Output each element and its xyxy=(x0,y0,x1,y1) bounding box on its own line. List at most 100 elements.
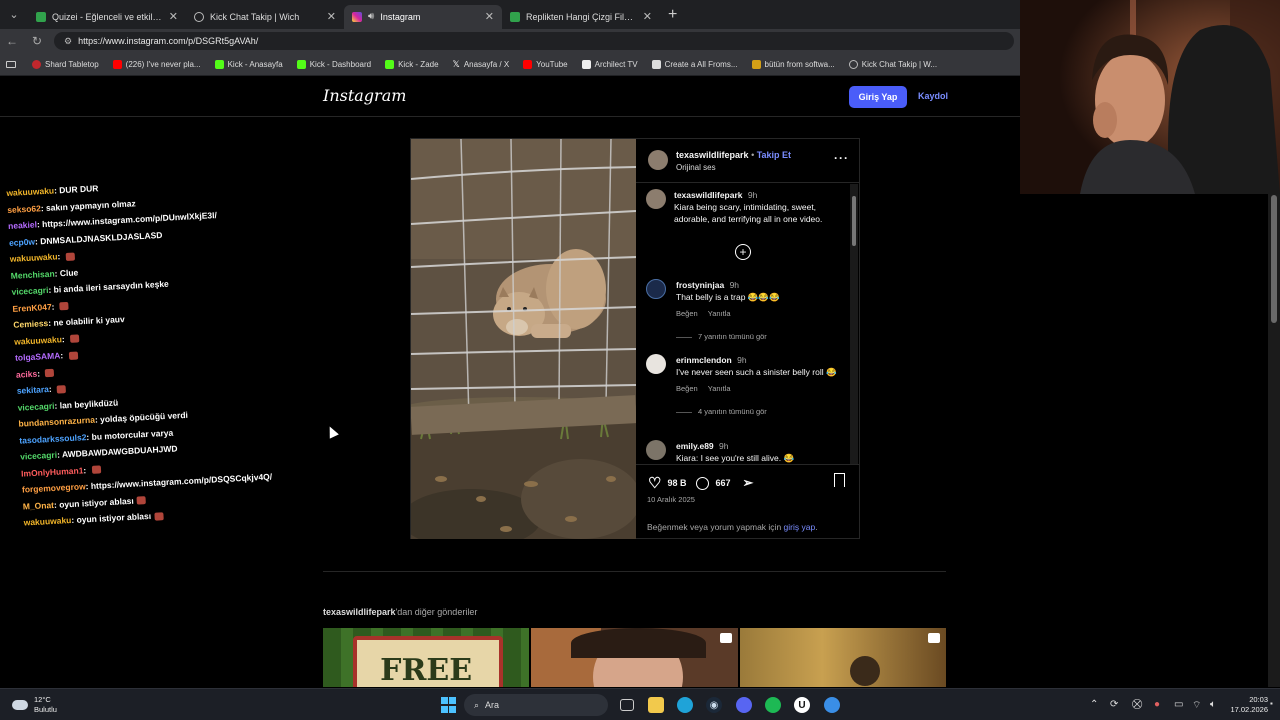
bookmark-youtube[interactable]: YouTube xyxy=(523,59,568,69)
reel-icon xyxy=(927,633,940,643)
post-thumbnail[interactable] xyxy=(531,628,738,687)
site-info-icon[interactable]: ⚙ xyxy=(64,36,72,47)
tab-title: Kick Chat Takip | Wich xyxy=(210,11,300,22)
chat-emote-icon xyxy=(65,252,75,261)
view-replies-button[interactable]: 7 yanıtın tümünü gör xyxy=(676,331,846,343)
task-view-icon[interactable] xyxy=(620,699,634,711)
bookmark-butun-from[interactable]: bütün from softwa... xyxy=(751,59,835,69)
chat-username: Cemiess xyxy=(13,317,49,330)
comment-item: emily.e89 9h Kiara: I see you're still a… xyxy=(646,440,846,464)
login-button[interactable]: Giriş Yap xyxy=(849,86,907,108)
bookmark-kick-dashboard[interactable]: Kick - Dashboard xyxy=(296,59,371,69)
new-tab-button[interactable]: + xyxy=(668,6,677,24)
thumbnail-text: FREE xyxy=(380,653,473,687)
taskbar-search[interactable]: ⌕ Ara xyxy=(464,694,608,716)
post-video[interactable] xyxy=(411,139,636,539)
bookmark-shard-tabletop[interactable]: Shard Tabletop xyxy=(32,59,99,69)
comment-username[interactable]: frostyninjaa xyxy=(676,280,724,290)
edge-browser-icon[interactable] xyxy=(677,697,693,713)
speaker-icon[interactable]: 🔊︎ xyxy=(368,11,374,22)
view-replies-button[interactable]: 4 yanıtın tümünü gör xyxy=(676,406,846,418)
globe-icon xyxy=(194,11,204,22)
author-avatar[interactable] xyxy=(648,150,668,170)
bookmark-kick-chat-takip[interactable]: Kick Chat Takip | W... xyxy=(848,59,937,69)
commenter-avatar[interactable] xyxy=(646,440,666,460)
wifi-icon[interactable]: ⌔ xyxy=(1192,699,1201,712)
clock[interactable]: 20:03 17.02.2026 xyxy=(1228,695,1268,715)
signup-link[interactable]: Kaydol xyxy=(918,91,948,101)
kick-icon xyxy=(296,59,306,69)
tray-chevron-icon[interactable]: ⌃ xyxy=(1090,699,1098,710)
comments-scrollbar[interactable] xyxy=(850,184,858,464)
volume-icon[interactable]: 🔈︎ xyxy=(1210,699,1216,710)
comment-text: That belly is a trap 😂😂😂 xyxy=(676,292,780,302)
notification-icon[interactable]: ▪ xyxy=(1270,699,1273,708)
bookmark-label: Kick - Zade xyxy=(398,59,439,69)
page-scrollbar-thumb[interactable] xyxy=(1271,195,1277,323)
microphone-icon[interactable]: ● xyxy=(1154,699,1160,710)
author-username[interactable]: texaswildlifepark xyxy=(676,150,749,160)
bookmark-x[interactable]: 𝕏 Anasayfa / X xyxy=(453,59,510,70)
close-tab-icon[interactable]: ✕ xyxy=(169,10,178,23)
share-icon[interactable]: ➢ xyxy=(743,475,754,491)
caption-username[interactable]: texaswildlifepark xyxy=(674,190,743,200)
file-explorer-icon[interactable] xyxy=(648,697,664,713)
comment-icon[interactable] xyxy=(696,476,710,490)
steam-icon[interactable]: ◉ xyxy=(706,697,722,713)
login-prompt-link[interactable]: giriş yap xyxy=(784,522,816,532)
comments-scrollbar-thumb[interactable] xyxy=(852,196,856,246)
tab-quizei[interactable]: Quizei - Eğlenceli ve etkileşimli qu ✕ xyxy=(28,5,186,29)
close-tab-icon[interactable]: ✕ xyxy=(327,10,336,23)
commenter-avatar[interactable] xyxy=(646,354,666,374)
follow-button[interactable]: Takip Et xyxy=(757,150,791,160)
tab-search-menu[interactable]: ⌄ xyxy=(0,0,28,29)
bookmark-kick-zade[interactable]: Kick - Zade xyxy=(385,59,439,69)
tab-kick-chat[interactable]: Kick Chat Takip | Wich ✕ xyxy=(186,5,344,29)
bookmark-create-all-froms[interactable]: Create a All Froms... xyxy=(651,59,738,69)
display-icon[interactable]: ▭ xyxy=(1174,699,1183,710)
bookmark-label: Shard Tabletop xyxy=(45,59,99,69)
post-thumbnail[interactable] xyxy=(739,628,946,687)
comment-username[interactable]: emily.e89 xyxy=(676,441,714,451)
author-avatar[interactable] xyxy=(646,189,666,209)
save-icon[interactable] xyxy=(834,473,845,487)
discord-icon[interactable] xyxy=(736,697,752,713)
post-thumbnail[interactable]: FREE xyxy=(323,628,530,687)
close-tab-icon[interactable]: ✕ xyxy=(643,10,652,23)
more-options-icon[interactable]: ··· xyxy=(834,151,849,165)
commenter-avatar[interactable] xyxy=(646,279,666,299)
chat-text: Clue xyxy=(59,266,79,278)
spotify-icon[interactable] xyxy=(765,697,781,713)
load-more-comments-icon[interactable]: + xyxy=(735,244,751,260)
weather-widget[interactable]: 12°C Bulutlu xyxy=(12,695,57,715)
like-comment-button[interactable]: Beğen xyxy=(676,309,698,318)
unreal-engine-icon[interactable]: U xyxy=(794,697,810,713)
chat-separator: : xyxy=(36,367,43,379)
network-off-icon[interactable]: ⛒ xyxy=(1132,699,1142,710)
reply-button[interactable]: Yanıtla xyxy=(708,384,731,393)
chat-username: vicecagri xyxy=(17,400,55,413)
author-line: texaswildlifepark • Takip Et xyxy=(676,150,791,160)
audio-label[interactable]: Orijinal ses xyxy=(676,163,716,172)
chat-text: yoldaş öpücüğü verdi xyxy=(99,409,189,425)
url-field[interactable]: ⚙ https://www.instagram.com/p/DSGRt5gAVA… xyxy=(54,32,1014,50)
comment-username[interactable]: erinmclendon xyxy=(676,355,732,365)
tab-replikten[interactable]: Replikten Hangi Çizgi Film Olduğu ✕ xyxy=(502,5,660,29)
more-posts-username[interactable]: texaswildlifepark xyxy=(323,607,396,617)
tab-instagram[interactable]: 🔊︎ Instagram ✕ xyxy=(344,4,502,29)
chat-text: oyun istiyor ablası xyxy=(58,495,134,510)
app-icon[interactable] xyxy=(824,697,840,713)
like-comment-button[interactable]: Beğen xyxy=(676,384,698,393)
bookmark-youtube-video[interactable]: (226) I've never pla... xyxy=(112,59,201,69)
bookmarks-menu-icon[interactable] xyxy=(6,60,16,68)
instagram-logo[interactable]: Instagram xyxy=(323,86,406,105)
windows-start-icon[interactable] xyxy=(440,697,456,713)
reply-button[interactable]: Yanıtla xyxy=(708,309,731,318)
tray-app-icon[interactable]: ⟳ xyxy=(1110,699,1118,710)
like-icon[interactable]: ♡ xyxy=(648,476,661,491)
bookmark-kick-anasayfa[interactable]: Kick - Anasayfa xyxy=(214,59,283,69)
bookmark-archilect[interactable]: Archilect TV xyxy=(581,59,638,69)
reload-button[interactable]: ↻ xyxy=(24,34,50,48)
close-tab-icon[interactable]: ✕ xyxy=(485,10,494,23)
back-button[interactable]: ← xyxy=(0,34,24,48)
